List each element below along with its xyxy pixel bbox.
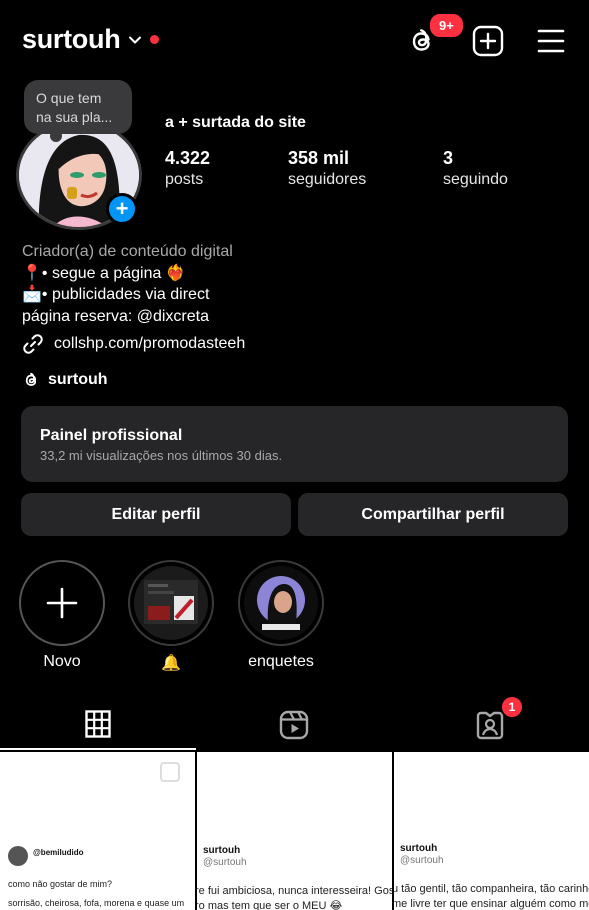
chevron-down-icon [129, 36, 142, 43]
posts-grid: @bemiludido como não gostar de mim? sorr… [0, 752, 589, 910]
edit-profile-button[interactable]: Editar perfil [21, 493, 291, 536]
threads-icon [25, 372, 37, 386]
post-text: sorrisão, cheirosa, fofa, morena e quase… [8, 898, 185, 908]
post-text: ro mas tem que ser o MEU 😂 [197, 900, 343, 910]
grid-icon [85, 710, 111, 738]
reels-icon [279, 710, 309, 740]
stat-following[interactable]: 3 seguindo [443, 148, 508, 189]
link-icon [23, 334, 43, 354]
note-bubble-tail [50, 130, 62, 142]
bio-category: Criador(a) de conteúdo digital [22, 243, 233, 260]
plus-icon [46, 587, 78, 619]
stat-label: posts [165, 171, 204, 188]
create-icon[interactable] [472, 25, 504, 57]
stat-label: seguidores [288, 171, 367, 188]
dashboard-title: Painel profissional [40, 427, 183, 444]
unread-dot [150, 35, 160, 44]
username: surtouh [22, 24, 121, 54]
stat-posts[interactable]: 4.322 posts [165, 148, 210, 189]
bio-line: 📍• segue a página ❤️‍🔥 [22, 264, 186, 282]
share-profile-button[interactable]: Compartilhar perfil [298, 493, 568, 536]
display-name: a + surtada do site [165, 114, 306, 131]
bio-link-text: collshp.com/promodasteeh [54, 335, 246, 352]
highlight-ring [238, 560, 324, 646]
highlight-new[interactable]: Novo [19, 560, 105, 671]
note-line-2: na sua pla... [36, 109, 113, 125]
bio-link[interactable]: collshp.com/promodasteeh [22, 333, 245, 355]
post-text: u tão gentil, tão companheira, tão carin… [394, 883, 589, 895]
highlight-ring [19, 560, 105, 646]
menu-icon[interactable] [537, 28, 565, 54]
stat-value: 3 [443, 148, 454, 168]
post-author-avatar [8, 846, 28, 866]
threads-profile-link[interactable]: surtouh [22, 370, 108, 390]
post-author: surtouh [400, 843, 438, 854]
tab-tagged[interactable] [392, 700, 588, 750]
account-switcher[interactable]: surtouh [22, 24, 160, 55]
bio-line: 📩• publicidades via direct [22, 286, 210, 303]
post-handle: @surtouh [203, 857, 247, 868]
threads-handle: surtouh [48, 371, 108, 388]
tagged-icon [476, 711, 504, 740]
stat-value: 358 mil [288, 148, 350, 168]
bio: Criador(a) de conteúdo digital 📍• segue … [22, 241, 233, 327]
grid-post[interactable]: surtouh @surtouh u tão gentil, tão compa… [394, 752, 589, 910]
highlight-cover [244, 566, 318, 640]
post-text: re fui ambiciosa, nunca interesseira! Go… [197, 885, 392, 897]
post-text: me livre ter que ensinar alguém como me [394, 898, 589, 910]
post-author: @bemiludido [33, 848, 84, 857]
tab-reels[interactable] [196, 700, 392, 750]
highlight-bell[interactable]: 🔔 [128, 560, 214, 673]
highlight-ring [128, 560, 214, 646]
stat-followers[interactable]: 358 mil seguidores [288, 148, 366, 189]
threads-badge: 9+ [428, 12, 465, 39]
profile-tabs: 1 [0, 695, 589, 750]
highlight-enquetes[interactable]: enquetes [238, 560, 324, 671]
dashboard-subtitle: 33,2 mi visualizações nos últimos 30 dia… [40, 448, 283, 463]
grid-post[interactable]: surtouh @surtouh re fui ambiciosa, nunca… [197, 752, 392, 910]
stat-label: seguindo [443, 171, 508, 188]
note-bubble[interactable]: O que tem na sua pla... [24, 80, 132, 134]
add-story-button[interactable]: + [106, 193, 138, 225]
highlight-label: enquetes [248, 653, 314, 670]
grid-post[interactable]: @bemiludido como não gostar de mim? sorr… [0, 752, 195, 910]
bio-line: página reserva: @dixcreta [22, 307, 209, 325]
professional-dashboard[interactable]: Painel profissional 33,2 mi visualizaçõe… [21, 406, 568, 482]
stat-value: 4.322 [165, 148, 211, 168]
tab-grid[interactable] [0, 700, 196, 750]
post-text: como não gostar de mim? [8, 879, 113, 889]
note-line-1: O que tem [36, 90, 102, 106]
multi-post-icon [160, 762, 180, 782]
highlight-label: 🔔 [161, 655, 181, 672]
highlight-cover [134, 566, 208, 640]
post-author: surtouh [203, 845, 241, 856]
tagged-badge: 1 [500, 695, 524, 719]
top-bar: surtouh 9+ [0, 0, 589, 80]
post-handle: @surtouh [400, 855, 444, 866]
highlight-label: Novo [43, 653, 81, 670]
